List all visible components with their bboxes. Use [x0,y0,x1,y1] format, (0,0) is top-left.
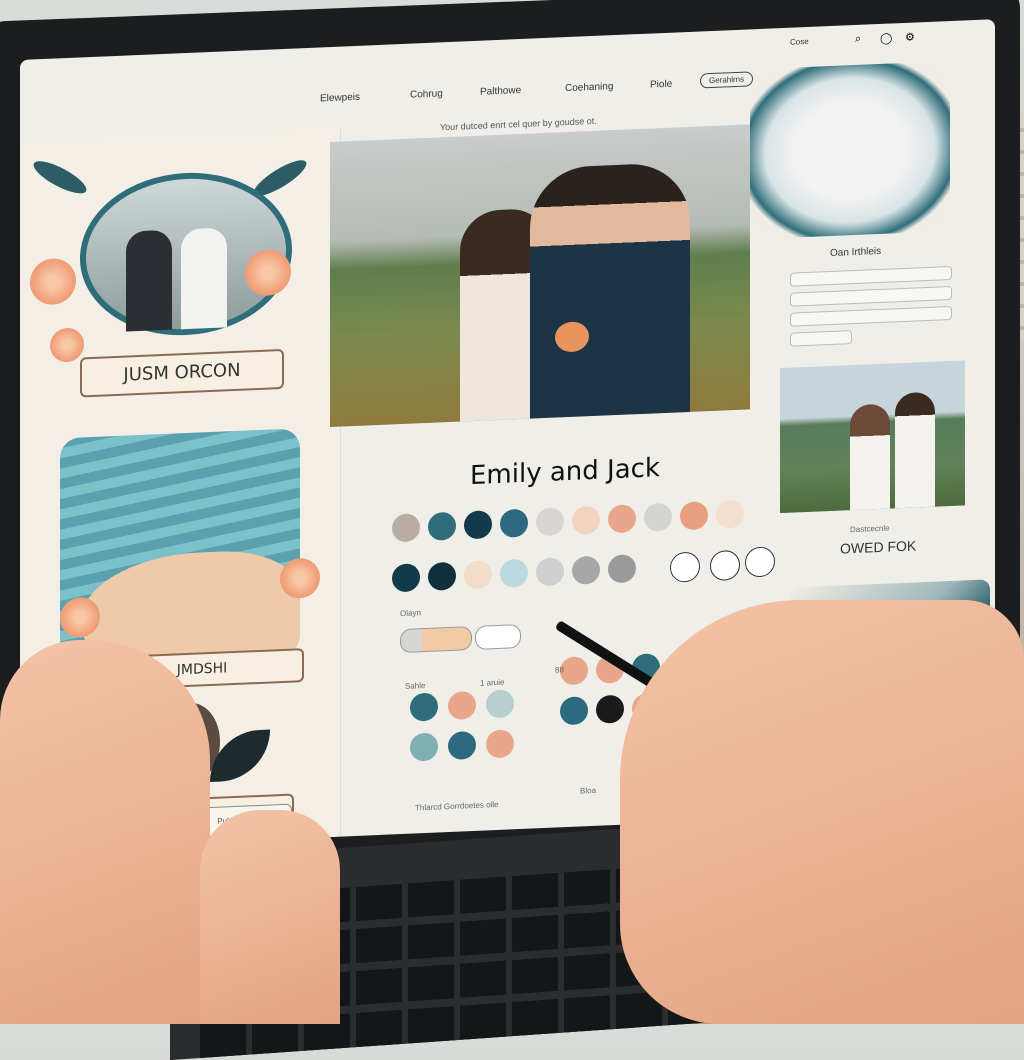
input-field[interactable] [790,265,952,287]
photo-groom [530,161,690,428]
user-icon[interactable]: ◯ [880,31,892,45]
nav-item[interactable]: Coehaning [565,81,613,94]
color-swatch[interactable] [572,555,600,585]
color-swatch[interactable] [680,501,708,531]
leaf-ornament [29,155,91,200]
flower-ornament [280,557,320,600]
color-swatch[interactable] [464,560,492,590]
palette-label: 1 aruie [480,677,505,688]
portrait-person [181,227,227,330]
header-icons-text: Cose [790,36,809,47]
left-hand [0,640,210,1024]
color-swatch[interactable] [536,557,564,587]
color-swatch[interactable] [608,504,636,534]
top-ribbon-banner: JUSM ORCON [80,348,284,398]
color-swatch[interactable] [596,694,624,724]
empty-swatch-slot[interactable] [710,549,740,582]
palette-toggle[interactable] [475,624,521,650]
color-swatch[interactable] [608,554,636,584]
color-swatch[interactable] [410,692,438,722]
color-swatch[interactable] [448,730,476,761]
palette-label: 88 [555,665,564,675]
color-swatch[interactable] [500,508,528,538]
left-thumb [200,810,340,1024]
nav-pill-button[interactable]: Gerahlrns [700,71,754,89]
search-icon[interactable]: ⌕ [855,33,861,46]
color-swatch[interactable] [464,510,492,540]
nav-item[interactable]: Elewpeis [320,92,360,105]
color-swatch[interactable] [486,729,514,759]
rose-ornament [245,248,291,297]
laptop: Elewpeis Cohrug Palthowe Coehaning Piole… [0,0,1024,1060]
input-field[interactable] [790,305,952,327]
input-field[interactable] [790,285,952,307]
portrait-person [126,229,172,332]
color-swatch[interactable] [486,689,514,719]
section-title: Oan Irthleis [830,245,882,260]
sleeping-baby-frame [750,61,950,240]
color-swatch[interactable] [428,561,456,591]
palette-footer-label: Bloa [580,785,597,796]
rose-ornament [30,257,76,306]
color-swatch[interactable] [500,558,528,588]
bottom-title: OWED FOK [840,537,917,557]
color-swatch[interactable] [392,563,420,593]
color-swatch[interactable] [560,696,588,726]
rose-ornament [50,327,84,363]
nav-item[interactable]: Palthowe [480,85,521,98]
subtitle-text: Your dutced enrt cel quer by goudse ot. [440,115,597,133]
nav-item[interactable]: Cohrug [410,88,443,100]
small-input-field[interactable] [790,330,852,347]
palette-footer-label: Thlarcd Gorrdoetes olle [415,799,499,813]
palette-label: Olayn [400,608,421,619]
couple-title: Emily and Jack [470,453,660,492]
empty-swatch-slot[interactable] [745,546,775,578]
color-swatch[interactable] [560,656,588,686]
color-swatch[interactable] [716,499,744,529]
palette-toggle[interactable] [400,626,472,654]
palette-label: Sahle [405,681,426,691]
couple-photo [330,124,750,428]
color-swatch[interactable] [644,502,672,532]
color-swatch[interactable] [536,507,564,537]
empty-swatch-slot[interactable] [670,551,700,583]
color-swatch[interactable] [428,511,456,541]
color-swatch[interactable] [410,732,438,762]
color-swatch[interactable] [572,505,600,535]
couple-lake-photo [780,360,965,514]
settings-icon[interactable]: ⚙ [905,30,915,43]
right-hand [620,600,1024,1024]
nav-item[interactable]: Piole [650,79,672,91]
color-swatch[interactable] [392,513,420,543]
color-swatch[interactable] [448,690,476,721]
caption-text: Dastcecnle [850,523,890,535]
